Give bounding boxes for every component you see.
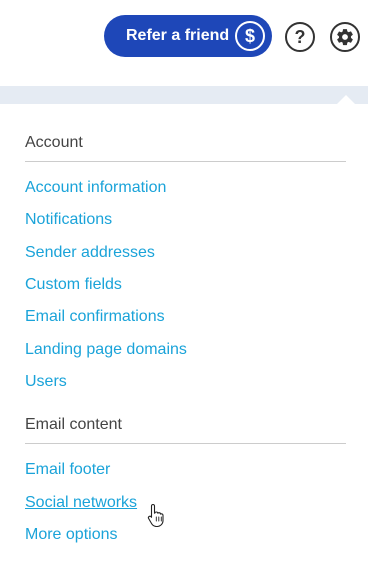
gear-icon xyxy=(337,29,353,46)
menu-item-social-networks[interactable]: Social networks xyxy=(25,494,137,512)
menu-item-email-footer[interactable]: Email footer xyxy=(25,461,110,479)
menu-item-landing-page-domains[interactable]: Landing page domains xyxy=(25,341,187,359)
settings-button[interactable] xyxy=(330,22,360,52)
question-mark-icon: ? xyxy=(294,26,306,47)
top-bar: Refer a friend $ ? xyxy=(0,0,368,86)
refer-a-friend-button[interactable]: Refer a friend $ xyxy=(104,15,272,57)
help-button[interactable]: ? xyxy=(285,22,315,52)
menu-item-more-options[interactable]: More options xyxy=(25,526,118,544)
dropdown-top-band xyxy=(0,86,368,104)
menu-item-notifications[interactable]: Notifications xyxy=(25,211,112,229)
menu-item-custom-fields[interactable]: Custom fields xyxy=(25,276,122,294)
dollar-icon: $ xyxy=(235,21,265,51)
settings-dropdown-page: Refer a friend $ ? Account Account infor… xyxy=(0,0,368,564)
section-header-account: Account xyxy=(25,134,83,151)
dropdown-pointer xyxy=(337,95,355,104)
menu-item-email-confirmations[interactable]: Email confirmations xyxy=(25,308,165,326)
hand-pointer-cursor-icon xyxy=(147,503,164,527)
section-divider xyxy=(25,443,346,444)
section-divider xyxy=(25,161,346,162)
menu-item-account-information[interactable]: Account information xyxy=(25,179,166,197)
menu-item-sender-addresses[interactable]: Sender addresses xyxy=(25,244,155,262)
menu-item-users[interactable]: Users xyxy=(25,373,67,391)
section-header-email-content: Email content xyxy=(25,416,122,433)
